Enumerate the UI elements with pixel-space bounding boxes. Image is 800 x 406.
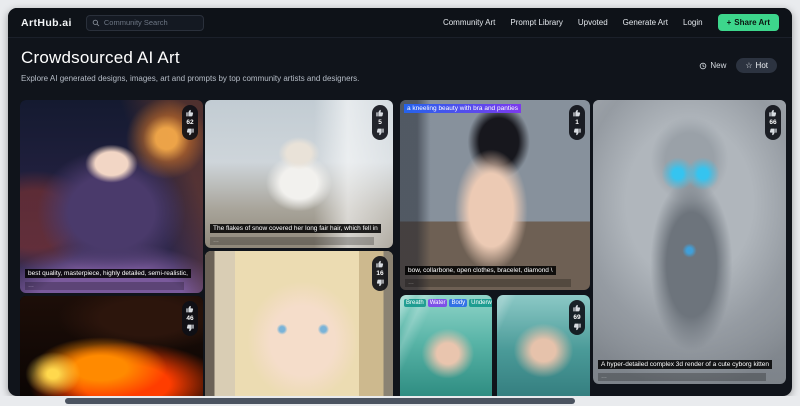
navbar: ArtHub.ai Community Art Prompt Library U… (8, 8, 792, 38)
vote-count: 46 (186, 315, 193, 322)
vote-count: 1 (575, 119, 579, 126)
vote-count: 69 (573, 314, 580, 321)
vote-badge: 1 (569, 105, 585, 140)
thumbs-up-icon[interactable] (573, 304, 581, 312)
page-header: Crowdsourced AI Art Explore AI generated… (21, 48, 779, 83)
tag-body: Body (449, 299, 467, 307)
sort-controls: New ☆ Hot (699, 58, 777, 73)
prompt-caption: A hyper-detailed complex 3d render of a … (598, 353, 781, 381)
app-window: ArtHub.ai Community Art Prompt Library U… (8, 8, 792, 396)
thumbs-down-icon[interactable] (573, 323, 581, 331)
tag-water: Water (428, 299, 448, 307)
tag-underwater: Underwater (469, 299, 492, 307)
prompt-tags: Breath Water Body Underwater (404, 299, 488, 307)
art-card-fire[interactable]: 46 (20, 296, 203, 396)
sort-new-label: New (710, 61, 726, 70)
highlighted-prompt-label: a kneeling beauty with bra and panties (404, 104, 521, 113)
plus-icon: + (727, 18, 732, 27)
prompt-text-more: … (405, 279, 571, 287)
vote-count: 66 (769, 119, 776, 126)
artwork-fire (20, 296, 203, 396)
sort-hot-button[interactable]: ☆ Hot (736, 58, 777, 73)
thumbs-up-icon[interactable] (573, 109, 581, 117)
thumbs-down-icon[interactable] (769, 128, 777, 136)
thumbs-up-icon[interactable] (376, 109, 384, 117)
nav-link-generate-art[interactable]: Generate Art (623, 18, 668, 27)
horizontal-scrollbar-thumb[interactable] (65, 398, 575, 404)
thumbs-down-icon[interactable] (186, 128, 194, 136)
prompt-caption: best quality, masterpiece, highly detail… (25, 262, 198, 290)
horizontal-scrollbar-track (0, 396, 800, 406)
prompt-text-more: … (210, 237, 374, 245)
community-search-box[interactable] (86, 15, 204, 31)
nav-links: Community Art Prompt Library Upvoted Gen… (443, 14, 779, 31)
art-card-anime-girl[interactable]: 62 best quality, masterpiece, highly det… (20, 100, 203, 293)
vote-count: 5 (378, 119, 382, 126)
thumbs-down-icon[interactable] (376, 279, 384, 287)
logo[interactable]: ArtHub.ai (21, 17, 72, 29)
thumbs-down-icon[interactable] (573, 128, 581, 136)
sort-new-button[interactable]: New (699, 61, 726, 70)
vote-badge: 62 (182, 105, 198, 140)
thumbs-up-icon[interactable] (186, 305, 194, 313)
page-title: Crowdsourced AI Art (21, 48, 779, 68)
artwork-cyborg-kitten (593, 100, 786, 384)
share-art-label: Share Art (734, 18, 770, 27)
thumbs-down-icon[interactable] (376, 128, 384, 136)
prompt-text-more: … (598, 373, 766, 381)
art-card-blonde-portrait[interactable]: 16 (205, 251, 393, 396)
clock-icon (699, 62, 707, 70)
art-card-kneeling-beauty[interactable]: a kneeling beauty with bra and panties 1… (400, 100, 590, 290)
art-card-underwater-left[interactable]: Breath Water Body Underwater (400, 295, 492, 396)
vote-count: 16 (376, 270, 383, 277)
sort-hot-label: Hot (756, 61, 768, 70)
thumbs-down-icon[interactable] (186, 324, 194, 332)
star-icon: ☆ (745, 61, 752, 70)
page-subtitle: Explore AI generated designs, images, ar… (21, 74, 779, 83)
nav-link-upvoted[interactable]: Upvoted (578, 18, 608, 27)
vote-badge: 5 (372, 105, 388, 140)
vote-count: 62 (186, 119, 193, 126)
nav-link-community-art[interactable]: Community Art (443, 18, 495, 27)
art-card-underwater-right[interactable]: 69 (497, 295, 590, 396)
prompt-text: The flakes of snow covered her long fair… (210, 224, 381, 233)
artwork-underwater-left (400, 295, 492, 396)
vote-badge: 69 (569, 300, 585, 335)
vote-badge: 16 (372, 256, 388, 291)
search-input[interactable] (104, 18, 198, 27)
nav-link-prompt-library[interactable]: Prompt Library (510, 18, 562, 27)
prompt-caption: The flakes of snow covered her long fair… (210, 217, 388, 245)
prompt-caption: bow, collarbone, open clothes, bracelet,… (405, 259, 585, 287)
prompt-text-more: … (25, 282, 184, 290)
thumbs-up-icon[interactable] (376, 260, 384, 268)
prompt-text: A hyper-detailed complex 3d render of a … (598, 360, 772, 369)
tag-breath: Breath (404, 299, 426, 307)
prompt-text: bow, collarbone, open clothes, bracelet,… (405, 266, 556, 275)
art-card-classroom[interactable]: 5 The flakes of snow covered her long fa… (205, 100, 393, 248)
nav-link-login[interactable]: Login (683, 18, 703, 27)
prompt-text: best quality, masterpiece, highly detail… (25, 269, 191, 278)
thumbs-up-icon[interactable] (186, 109, 194, 117)
share-art-button[interactable]: + Share Art (718, 14, 779, 31)
art-card-cyborg-kitten[interactable]: 66 A hyper-detailed complex 3d render of… (593, 100, 786, 384)
vote-badge: 46 (182, 301, 198, 336)
artwork-blonde-portrait (205, 251, 393, 396)
search-icon (92, 19, 100, 27)
thumbs-up-icon[interactable] (769, 109, 777, 117)
vote-badge: 66 (765, 105, 781, 140)
